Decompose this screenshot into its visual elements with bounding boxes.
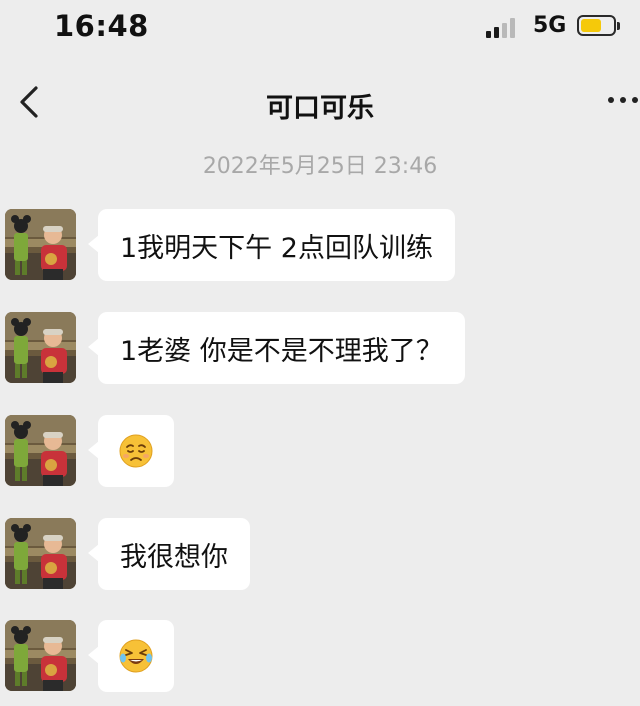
crying-laugh-emoji-icon	[118, 638, 154, 674]
pensive-sad-emoji-icon	[118, 433, 154, 469]
contact-avatar[interactable]	[5, 209, 76, 280]
nav-bar: 可口可乐	[0, 62, 640, 142]
contact-avatar[interactable]	[5, 312, 76, 383]
message-bubble[interactable]: 我很想你	[88, 518, 250, 590]
chat-title: 可口可乐	[266, 93, 374, 124]
status-time: 16:48	[54, 9, 149, 43]
message-bubble[interactable]: 1老婆 你是不是不理我了？	[88, 312, 465, 384]
message-bubble[interactable]: 1我明天下午 2点回队训练	[88, 209, 455, 281]
battery-icon	[577, 15, 620, 36]
more-dots-icon[interactable]	[600, 97, 640, 107]
status-bar: 16:48 5G	[0, 0, 640, 56]
message-row	[0, 620, 640, 694]
message-row: 1我明天下午 2点回队训练	[0, 209, 640, 283]
contact-avatar[interactable]	[5, 518, 76, 589]
emoji-message-bubble[interactable]	[88, 620, 174, 692]
message-row: 1老婆 你是不是不理我了？	[0, 312, 640, 386]
message-timestamp: 2022年5月25日 23:46	[202, 154, 438, 179]
contact-avatar[interactable]	[5, 415, 76, 486]
contact-avatar[interactable]	[5, 620, 76, 691]
network-type: 5G	[533, 13, 567, 38]
message-row	[0, 415, 640, 489]
emoji-message-bubble[interactable]	[88, 415, 174, 487]
signal-strength-icon	[486, 18, 522, 38]
battery-level	[581, 19, 602, 32]
message-row: 我很想你	[0, 518, 640, 592]
